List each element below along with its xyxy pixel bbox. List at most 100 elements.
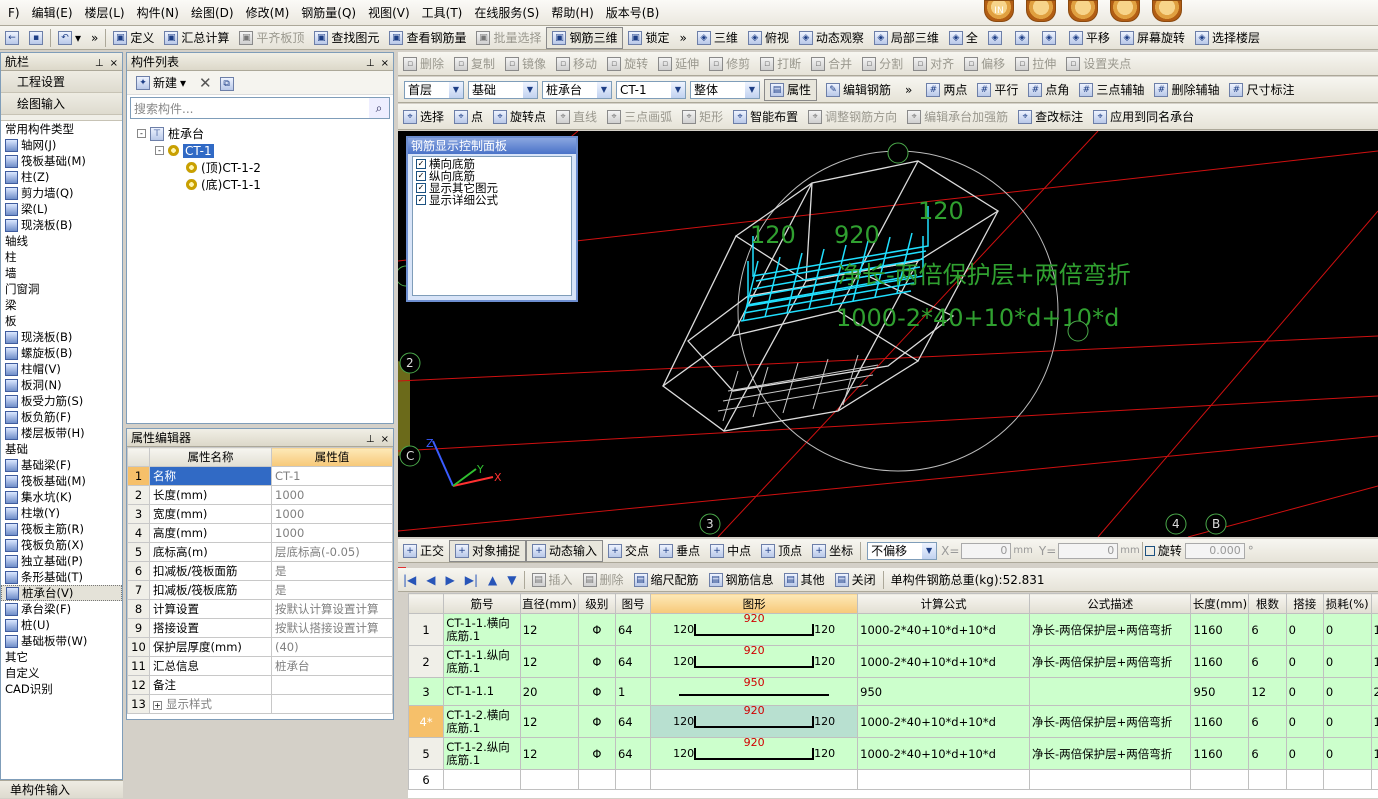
table-row[interactable]: 3CT-1-1.120Φ195095095012002.34 [409, 678, 1378, 706]
snap-toggle-button[interactable]: +垂点 [654, 540, 705, 562]
nav-item[interactable]: 常用构件类型 [1, 121, 122, 137]
draw-tool-button[interactable]: ⌖矩形 [677, 106, 728, 128]
toolbar-button[interactable]: ▣定义 [108, 27, 159, 49]
copy-icon[interactable]: ⧉ [220, 75, 234, 91]
property-row[interactable]: 13+显示样式 [128, 695, 393, 714]
close-icon[interactable]: × [110, 58, 118, 69]
desc-cell[interactable]: 净长-两倍保护层+两倍弯折 [1029, 646, 1190, 678]
offset-mode-select[interactable]: 不偏移▼ [867, 542, 937, 560]
diameter-cell[interactable]: 12 [520, 614, 578, 646]
component-select[interactable]: CT-1▼ [616, 81, 686, 99]
edit-back-icon[interactable]: ← [0, 27, 24, 49]
grid-column-header[interactable]: 图号 [615, 594, 650, 614]
figure-number-cell[interactable]: 64 [615, 646, 650, 678]
menu-item[interactable]: 钢筋量(Q) [295, 0, 362, 26]
checkbox-checked-icon[interactable]: ✓ [416, 159, 426, 169]
rebar-name-cell[interactable]: CT-1-1.横向底筋.1 [444, 614, 521, 646]
formula-cell[interactable]: 1000-2*40+10*d+10*d [858, 706, 1030, 738]
menu-item[interactable]: 帮助(H) [545, 0, 599, 26]
menu-item[interactable]: 工具(T) [416, 0, 469, 26]
grid-tool-button[interactable]: ▤关闭 [830, 569, 881, 591]
nav-item[interactable]: 门窗洞 [1, 281, 122, 297]
table-row[interactable]: 1CT-1-1.横向底筋.112Φ641209201201000-2*40+10… [409, 614, 1378, 646]
loss-cell[interactable]: 0 [1323, 614, 1371, 646]
formula-cell[interactable]: 1000-2*40+10*d+10*d [858, 646, 1030, 678]
grid-column-header[interactable]: 级别 [578, 594, 615, 614]
shape-cell[interactable]: 120920120 [651, 738, 858, 770]
rotate-checkbox[interactable] [1145, 546, 1155, 556]
close-icon[interactable]: × [381, 434, 389, 445]
search-icon[interactable]: ⌕ [369, 98, 389, 118]
nav-item[interactable]: 基础梁(F) [1, 457, 122, 473]
nav-item[interactable]: 集水坑(K) [1, 489, 122, 505]
view-toolbar-button[interactable]: ◈三维 [692, 27, 743, 49]
nav-item[interactable]: 梁 [1, 297, 122, 313]
pin-icon[interactable]: ⊥ [366, 58, 375, 69]
edit-tool-button[interactable]: ▫延伸 [653, 53, 704, 75]
nav-item[interactable]: 其它 [1, 649, 122, 665]
snap-toggle-button[interactable]: +坐标 [807, 540, 858, 562]
nav-item[interactable]: 筏板负筋(X) [1, 537, 122, 553]
draw-tool-button[interactable]: ⌖调整钢筋方向 [803, 106, 902, 128]
property-value[interactable] [272, 676, 393, 695]
grid-column-header[interactable]: 图形 [651, 594, 858, 614]
shape-cell[interactable]: 950 [651, 678, 858, 706]
lap-cell[interactable]: 0 [1286, 738, 1323, 770]
edit-tool-button[interactable]: ▫合并 [806, 53, 857, 75]
snap-toggle-button[interactable]: +正交 [398, 540, 449, 562]
grid-column-header[interactable]: 直径(mm) [520, 594, 578, 614]
property-row[interactable]: 4高度(mm)1000 [128, 524, 393, 543]
tree-node[interactable]: (底)CT-1-1 [127, 176, 393, 193]
property-value[interactable] [272, 695, 393, 714]
rebar-name-cell[interactable]: CT-1-1.1 [444, 678, 521, 706]
property-value[interactable]: 1000 [272, 486, 393, 505]
nav-item[interactable]: 板洞(N) [1, 377, 122, 393]
formula-cell[interactable] [858, 770, 1030, 790]
loss-cell[interactable]: 0 [1323, 706, 1371, 738]
toolbar-button[interactable]: ▣批量选择 [471, 27, 546, 49]
nav-item[interactable]: 筏板基础(M) [1, 473, 122, 489]
len-cell[interactable]: 1160 [1191, 646, 1249, 678]
pin-icon[interactable]: ⊥ [366, 434, 375, 445]
grid-column-header[interactable]: 计算公式 [858, 594, 1030, 614]
y-offset-input[interactable]: 0 [1058, 543, 1118, 559]
edit-tool-button[interactable]: ▫旋转 [602, 53, 653, 75]
scope-select[interactable]: 整体▼ [690, 81, 760, 99]
mascot-icon[interactable] [1068, 0, 1098, 22]
menu-item[interactable]: 楼层(L) [79, 0, 131, 26]
loss-cell[interactable]: 0 [1323, 646, 1371, 678]
table-row[interactable]: 2CT-1-1.纵向底筋.112Φ641209201201000-2*40+10… [409, 646, 1378, 678]
property-row[interactable]: 6扣减板/筏板面筋是 [128, 562, 393, 581]
property-value[interactable]: (40) [272, 638, 393, 657]
toolbar-overflow-icon[interactable]: » [675, 27, 692, 49]
len-cell[interactable]: 1160 [1191, 614, 1249, 646]
delete-icon[interactable]: ✕ [199, 74, 212, 92]
grade-cell[interactable]: Φ [578, 738, 615, 770]
count-cell[interactable] [1249, 770, 1286, 790]
nav-item[interactable]: 板受力筋(S) [1, 393, 122, 409]
mascot-icon[interactable] [1026, 0, 1056, 22]
draw-tool-button[interactable]: ⌖旋转点 [488, 106, 551, 128]
draw-tool-button[interactable]: ⌖三点画弧 [602, 106, 677, 128]
grade-cell[interactable]: Φ [578, 678, 615, 706]
table-row[interactable]: 4*CT-1-2.横向底筋.112Φ641209201201000-2*40+1… [409, 706, 1378, 738]
diameter-cell[interactable]: 12 [520, 738, 578, 770]
toolbar-button[interactable]: ▣平齐板顶 [234, 27, 309, 49]
axis-tool-button[interactable]: #点角 [1023, 79, 1074, 101]
shape-cell[interactable] [651, 770, 858, 790]
nav-item[interactable]: 条形基础(T) [1, 569, 122, 585]
count-cell[interactable]: 6 [1249, 738, 1286, 770]
diameter-cell[interactable]: 12 [520, 706, 578, 738]
nav-item[interactable]: 独立基础(P) [1, 553, 122, 569]
property-row[interactable]: 2长度(mm)1000 [128, 486, 393, 505]
unit-cell[interactable]: 1.03 [1371, 738, 1378, 770]
desc-cell[interactable]: 净长-两倍保护层+两倍弯折 [1029, 738, 1190, 770]
x-offset-input[interactable]: 0 [961, 543, 1011, 559]
table-row[interactable]: 5CT-1-2.纵向底筋.112Φ641209201201000-2*40+10… [409, 738, 1378, 770]
property-value[interactable]: 按默认搭接设置计算 [272, 619, 393, 638]
prev-record-icon[interactable]: ◀ [421, 569, 440, 591]
grid-column-header[interactable]: 公式描述 [1029, 594, 1190, 614]
edit-tool-button[interactable]: ▫打断 [755, 53, 806, 75]
lap-cell[interactable]: 0 [1286, 646, 1323, 678]
nav-item[interactable]: 轴网(J) [1, 137, 122, 153]
